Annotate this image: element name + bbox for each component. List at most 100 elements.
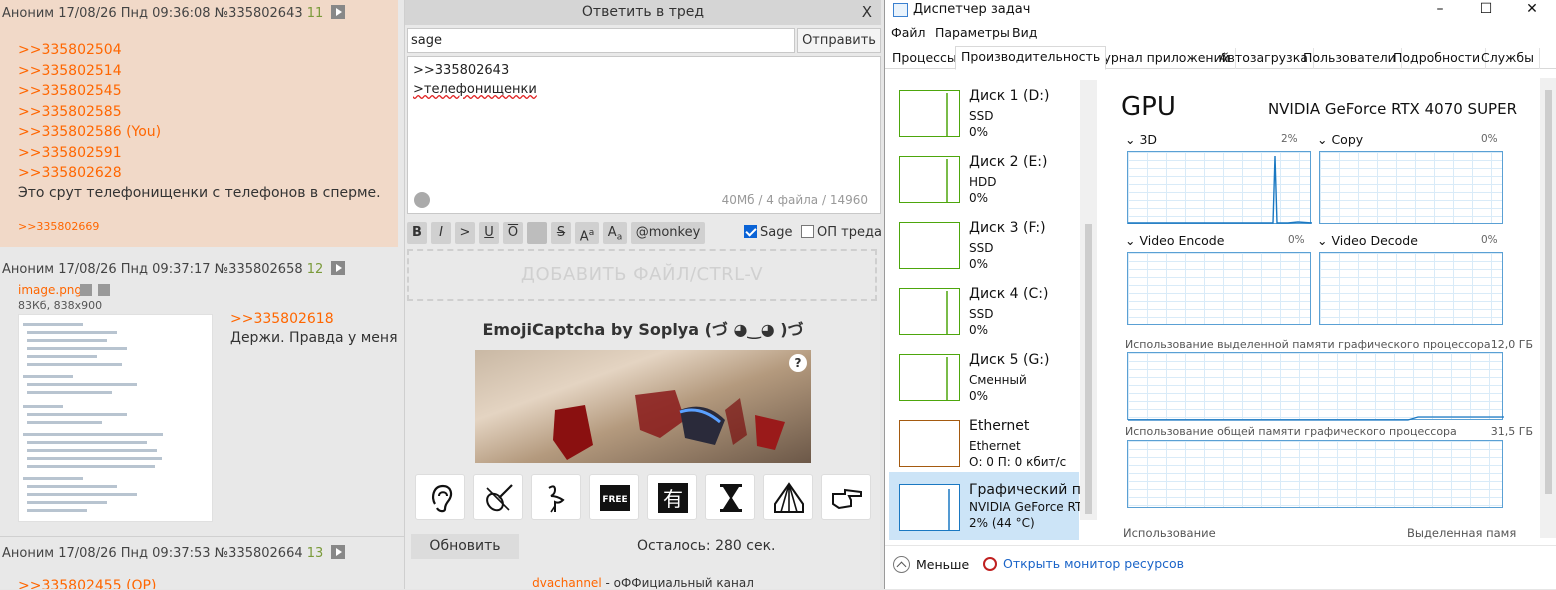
tab-processes[interactable]: Процессы bbox=[887, 48, 963, 69]
scrollbar-thumb[interactable] bbox=[1085, 224, 1092, 514]
engine-encode-graph bbox=[1127, 252, 1311, 325]
engine-3d-label[interactable]: ⌄ 3D bbox=[1125, 132, 1157, 147]
email-field[interactable]: sage bbox=[407, 28, 795, 53]
device-disk-2[interactable]: Диск 2 (E:) HDD 0% bbox=[889, 144, 1079, 206]
disk-thumbnail bbox=[899, 288, 960, 335]
superscript-button[interactable]: Aa bbox=[575, 222, 599, 244]
device-disk-3[interactable]: Диск 3 (F:) SSD 0% bbox=[889, 210, 1079, 272]
sage-checkbox[interactable]: Sage bbox=[744, 225, 792, 240]
checkbox-icon[interactable] bbox=[801, 225, 814, 238]
bold-button[interactable]: B bbox=[407, 222, 427, 244]
captcha-image: ? bbox=[475, 350, 811, 463]
dedicated-label: Выделенная памя bbox=[1407, 526, 1517, 540]
op-checkbox[interactable]: ОП треда bbox=[801, 225, 882, 240]
strike-button[interactable]: S bbox=[551, 222, 571, 244]
monkey-button[interactable]: @monkey bbox=[631, 222, 705, 244]
device-name: Диск 4 (C:) bbox=[969, 286, 1049, 302]
device-gpu[interactable]: Графический пр NVIDIA GeForce RTX 2% (44… bbox=[889, 472, 1091, 540]
pointing-hand-icon bbox=[832, 488, 862, 510]
gpu-thumbnail bbox=[899, 484, 960, 531]
device-usage: 0% bbox=[969, 257, 989, 271]
menu-options[interactable]: Параметры bbox=[935, 25, 1010, 40]
title-bar[interactable]: Диспетчер задач – ☐ ✕ bbox=[885, 0, 1556, 22]
maximize-button[interactable]: ☐ bbox=[1463, 0, 1509, 22]
download-icon[interactable] bbox=[98, 284, 110, 296]
search-icon[interactable] bbox=[80, 284, 92, 296]
checkbox-icon[interactable] bbox=[744, 225, 757, 238]
tab-services[interactable]: Службы bbox=[1476, 48, 1540, 69]
minimize-button[interactable]: – bbox=[1417, 0, 1463, 22]
engine-copy-label[interactable]: ⌄ Copy bbox=[1317, 132, 1363, 147]
play-icon[interactable] bbox=[331, 5, 346, 19]
file-dropzone[interactable]: ДОБАВИТЬ ФАЙЛ/CTRL-V bbox=[407, 249, 877, 301]
engine-encode-percent: 0% bbox=[1288, 234, 1305, 246]
subscript-button[interactable]: Aa bbox=[603, 222, 627, 244]
engine-decode-label[interactable]: ⌄ Video Decode bbox=[1317, 233, 1418, 248]
captcha-help-icon[interactable]: ? bbox=[789, 354, 807, 372]
channel-link[interactable]: dvachannel bbox=[532, 576, 602, 590]
textarea-line: >>335802643 bbox=[413, 63, 510, 78]
tab-performance[interactable]: Производительность bbox=[955, 46, 1107, 70]
reply-link[interactable]: >>335802504 bbox=[18, 40, 161, 61]
resize-icon[interactable] bbox=[414, 192, 430, 208]
engine-name: Copy bbox=[1331, 132, 1364, 147]
emoji-option-flamingo[interactable] bbox=[531, 474, 581, 520]
disk-thumbnail bbox=[899, 156, 960, 203]
disk-thumbnail bbox=[899, 354, 960, 401]
play-icon[interactable] bbox=[331, 261, 346, 275]
reply-link[interactable]: >>335802455 (OP) bbox=[18, 578, 156, 589]
send-button[interactable]: Отправить bbox=[797, 28, 881, 53]
thumbnail-image[interactable] bbox=[18, 314, 213, 522]
emoji-option-violin[interactable] bbox=[473, 474, 523, 520]
comment-textarea[interactable]: >>335802643 >телефонищенки 40Мб / 4 файл… bbox=[407, 56, 881, 214]
quote-button[interactable]: > bbox=[455, 222, 475, 244]
ear-icon bbox=[432, 484, 453, 513]
reply-link[interactable]: >>335802628 bbox=[18, 163, 161, 184]
backlink[interactable]: >>335802669 bbox=[18, 220, 99, 233]
resource-monitor-link[interactable]: Открыть монитор ресурсов bbox=[983, 556, 1184, 571]
underline-button[interactable]: U bbox=[479, 222, 499, 244]
emoji-option-pointing[interactable] bbox=[821, 474, 871, 520]
file-link[interactable]: image.png bbox=[18, 283, 82, 297]
fewer-details-button[interactable]: Меньше bbox=[893, 556, 969, 573]
emoji-option-ear[interactable] bbox=[415, 474, 465, 520]
reply-link[interactable]: >>335802585 bbox=[18, 102, 161, 123]
emoji-option-free[interactable]: FREE bbox=[589, 474, 639, 520]
device-type: SSD bbox=[969, 307, 994, 321]
device-disk-1[interactable]: Диск 1 (D:) SSD 0% bbox=[889, 78, 1079, 140]
device-usage: 0% bbox=[969, 125, 989, 139]
device-name: Диск 2 (E:) bbox=[969, 154, 1048, 170]
device-disk-5[interactable]: Диск 5 (G:) Сменный 0% bbox=[889, 342, 1079, 404]
close-button[interactable]: X bbox=[862, 0, 872, 25]
italic-button[interactable]: I bbox=[431, 222, 451, 244]
tab-details[interactable]: Подробности bbox=[1388, 48, 1487, 69]
free-icon: FREE bbox=[600, 485, 630, 511]
device-usage: 2% (44 °C) bbox=[969, 516, 1035, 530]
close-button[interactable]: ✕ bbox=[1509, 0, 1555, 22]
gpu-panel-scrollbar[interactable] bbox=[1540, 78, 1556, 538]
play-icon[interactable] bbox=[331, 545, 346, 559]
reply-link[interactable]: >>335802514 bbox=[18, 61, 161, 82]
spoiler-button[interactable] bbox=[527, 222, 547, 244]
emoji-option-circus[interactable] bbox=[763, 474, 813, 520]
reply-link[interactable]: >>335802618 bbox=[230, 311, 334, 327]
device-ethernet[interactable]: Ethernet Ethernet О: 0 П: 0 кбит/с bbox=[889, 408, 1079, 470]
overline-button[interactable]: O bbox=[503, 222, 523, 244]
reply-link[interactable]: >>335802591 bbox=[18, 143, 161, 164]
form-title[interactable]: Ответить в тред bbox=[405, 0, 881, 25]
menu-view[interactable]: Вид bbox=[1012, 25, 1037, 40]
engine-encode-label[interactable]: ⌄ Video Encode bbox=[1125, 233, 1224, 248]
task-manager-window: Диспетчер задач – ☐ ✕ Файл Параметры Вид… bbox=[884, 0, 1556, 589]
reply-link[interactable]: >>335802545 bbox=[18, 81, 161, 102]
refresh-button[interactable]: Обновить bbox=[411, 534, 519, 559]
tab-users[interactable]: Пользователи bbox=[1298, 48, 1402, 69]
menu-file[interactable]: Файл bbox=[891, 25, 926, 40]
device-disk-4[interactable]: Диск 4 (C:) SSD 0% bbox=[889, 276, 1079, 338]
engine-name: Video Encode bbox=[1139, 233, 1225, 248]
reply-link[interactable]: >>335802586 (You) bbox=[18, 122, 161, 143]
engine-copy-percent: 0% bbox=[1481, 133, 1498, 145]
emoji-option-hourglass[interactable] bbox=[705, 474, 755, 520]
emoji-option-kanji[interactable]: 有 bbox=[647, 474, 697, 520]
scrollbar-thumb[interactable] bbox=[1545, 90, 1552, 494]
gpu-panel: GPU NVIDIA GeForce RTX 4070 SUPER ⌄ 3D 2… bbox=[1095, 70, 1556, 545]
